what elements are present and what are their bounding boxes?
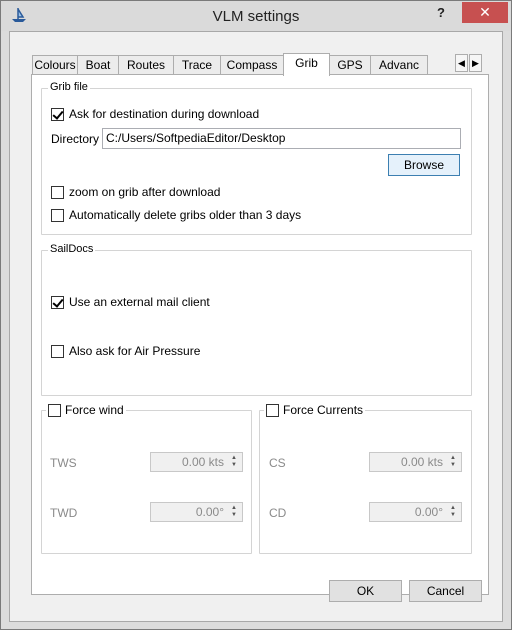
force-wind-checkbox[interactable]: [48, 403, 61, 417]
external-mail-label: Use an external mail client: [69, 295, 210, 309]
grib-file-legend: Grib file: [48, 81, 90, 93]
grib-file-group: Grib file Ask for destination during dow…: [41, 81, 472, 235]
directory-input[interactable]: C:/Users/SoftpediaEditor/Desktop: [102, 128, 461, 149]
tab-bar: Colours Boat Routes Trace Compass Grib G…: [32, 53, 492, 76]
cs-label: CS: [269, 456, 286, 470]
tab-grib[interactable]: Grib: [283, 53, 330, 76]
air-pressure-row[interactable]: Also ask for Air Pressure: [51, 344, 200, 358]
cd-label: CD: [269, 506, 287, 520]
ok-button[interactable]: OK: [329, 580, 402, 602]
force-currents-label: Force Currents: [283, 403, 364, 417]
tab-boat[interactable]: Boat: [77, 55, 119, 75]
close-button[interactable]: ✕: [462, 2, 508, 23]
tab-colours[interactable]: Colours: [32, 55, 78, 75]
tws-spin-arrows-icon[interactable]: ▲ ▼: [228, 455, 240, 469]
force-wind-legend[interactable]: Force wind: [46, 403, 126, 417]
tab-gps[interactable]: GPS: [329, 55, 371, 75]
settings-window: VLM settings ? ✕ Colours Boat Routes Tra…: [0, 0, 512, 630]
tab-trace[interactable]: Trace: [173, 55, 221, 75]
directory-label: Directory: [51, 132, 100, 146]
twd-label: TWD: [50, 506, 78, 520]
tab-scroll-left-icon[interactable]: ◀: [455, 54, 468, 72]
saildocs-group: SailDocs Use an external mail client Als…: [41, 243, 472, 396]
twd-spin-arrows-icon[interactable]: ▲ ▼: [228, 505, 240, 519]
external-mail-checkbox[interactable]: [51, 295, 64, 309]
force-currents-checkbox[interactable]: [266, 403, 279, 417]
tws-label: TWS: [50, 456, 77, 470]
window-title: VLM settings: [212, 8, 300, 25]
cd-value: 0.00°: [414, 505, 443, 519]
cd-spinbox[interactable]: 0.00° ▲ ▼: [369, 502, 462, 522]
cs-spin-arrows-icon[interactable]: ▲ ▼: [447, 455, 459, 469]
auto-delete-row[interactable]: Automatically delete gribs older than 3 …: [51, 208, 301, 222]
grib-tab-pane: Grib file Ask for destination during dow…: [31, 74, 489, 595]
ask-destination-checkbox[interactable]: [51, 107, 64, 121]
force-wind-label: Force wind: [65, 403, 124, 417]
air-pressure-checkbox[interactable]: [51, 344, 64, 358]
zoom-grib-label: zoom on grib after download: [69, 185, 221, 199]
title-bar[interactable]: VLM settings ? ✕: [1, 1, 511, 31]
force-currents-legend[interactable]: Force Currents: [264, 403, 366, 417]
ask-destination-row[interactable]: Ask for destination during download: [51, 107, 259, 121]
air-pressure-label: Also ask for Air Pressure: [69, 344, 201, 358]
tab-routes[interactable]: Routes: [118, 55, 174, 75]
saildocs-legend: SailDocs: [48, 243, 96, 255]
zoom-grib-checkbox[interactable]: [51, 185, 64, 199]
twd-value: 0.00°: [195, 505, 224, 519]
cd-spin-arrows-icon[interactable]: ▲ ▼: [447, 505, 459, 519]
dialog-body: Colours Boat Routes Trace Compass Grib G…: [9, 31, 503, 622]
auto-delete-checkbox[interactable]: [51, 208, 64, 222]
tws-value: 0.00 kts: [181, 455, 224, 469]
external-mail-row[interactable]: Use an external mail client: [51, 295, 210, 309]
force-wind-group: Force wind TWS 0.00 kts ▲ ▼ TWD 0.00° ▲ ▼: [41, 403, 252, 554]
browse-button[interactable]: Browse: [388, 154, 460, 176]
auto-delete-label: Automatically delete gribs older than 3 …: [69, 208, 302, 222]
ask-destination-label: Ask for destination during download: [69, 107, 260, 121]
tab-compass[interactable]: Compass: [220, 55, 284, 75]
tws-spinbox[interactable]: 0.00 kts ▲ ▼: [150, 452, 243, 472]
cs-spinbox[interactable]: 0.00 kts ▲ ▼: [369, 452, 462, 472]
help-button[interactable]: ?: [437, 5, 451, 21]
force-currents-group: Force Currents CS 0.00 kts ▲ ▼ CD 0.00° ▲…: [259, 403, 472, 554]
tab-scroll-right-icon[interactable]: ▶: [469, 54, 482, 72]
tab-advanced[interactable]: Advanc: [370, 55, 428, 75]
cancel-button[interactable]: Cancel: [409, 580, 482, 602]
twd-spinbox[interactable]: 0.00° ▲ ▼: [150, 502, 243, 522]
zoom-grib-row[interactable]: zoom on grib after download: [51, 185, 220, 199]
cs-value: 0.00 kts: [400, 455, 443, 469]
